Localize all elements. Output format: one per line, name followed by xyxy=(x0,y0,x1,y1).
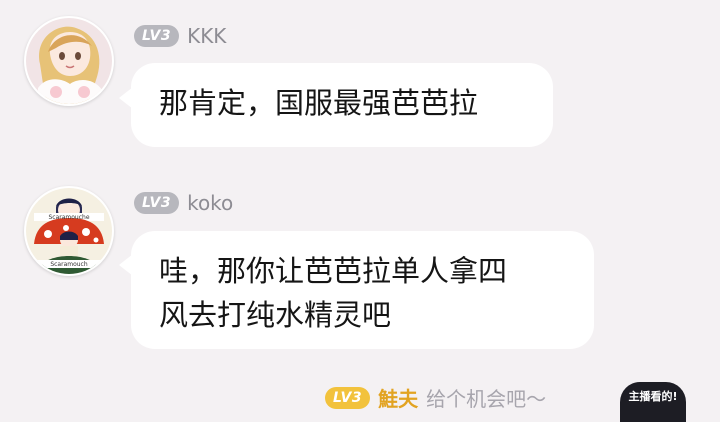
avatar-kkk[interactable] xyxy=(24,16,114,106)
message-bubble-1[interactable]: 那肯定，国服最强芭芭拉 xyxy=(131,63,553,147)
message-2-meta: LV3 koko xyxy=(134,191,233,215)
message-text: 那肯定，国服最强芭芭拉 xyxy=(159,86,479,120)
message-text-line-1: 哇，那你让芭芭拉单人拿四 xyxy=(159,254,508,288)
message-text: 给个机会吧～ xyxy=(426,387,547,411)
message-text-line-2: 风去打纯水精灵吧 xyxy=(159,298,392,332)
avatar-koko[interactable]: Scaramouche Scaramouch xyxy=(24,186,114,276)
overlay-sticker: 主播看的! xyxy=(620,382,686,422)
overlay-sticker-text: 主播看的! xyxy=(628,390,678,403)
message-1-meta: LV3 KKK xyxy=(134,24,226,48)
avatar-caption-bottom: Scaramouch xyxy=(50,261,88,268)
username[interactable]: 鮭夫 xyxy=(378,383,418,412)
anime-girl-avatar-icon xyxy=(26,18,112,104)
avatar-caption-top: Scaramouche xyxy=(48,214,90,221)
level-badge: LV3 xyxy=(134,25,180,47)
chat-message-3-partial: LV3 鮭夫 给个机会吧～ xyxy=(325,383,546,412)
username[interactable]: KKK xyxy=(187,24,226,48)
level-badge: LV3 xyxy=(325,386,371,409)
message-bubble-2[interactable]: 哇，那你让芭芭拉单人拿四 风去打纯水精灵吧 xyxy=(131,231,594,349)
username[interactable]: koko xyxy=(187,191,233,215)
level-badge: LV3 xyxy=(134,192,180,214)
